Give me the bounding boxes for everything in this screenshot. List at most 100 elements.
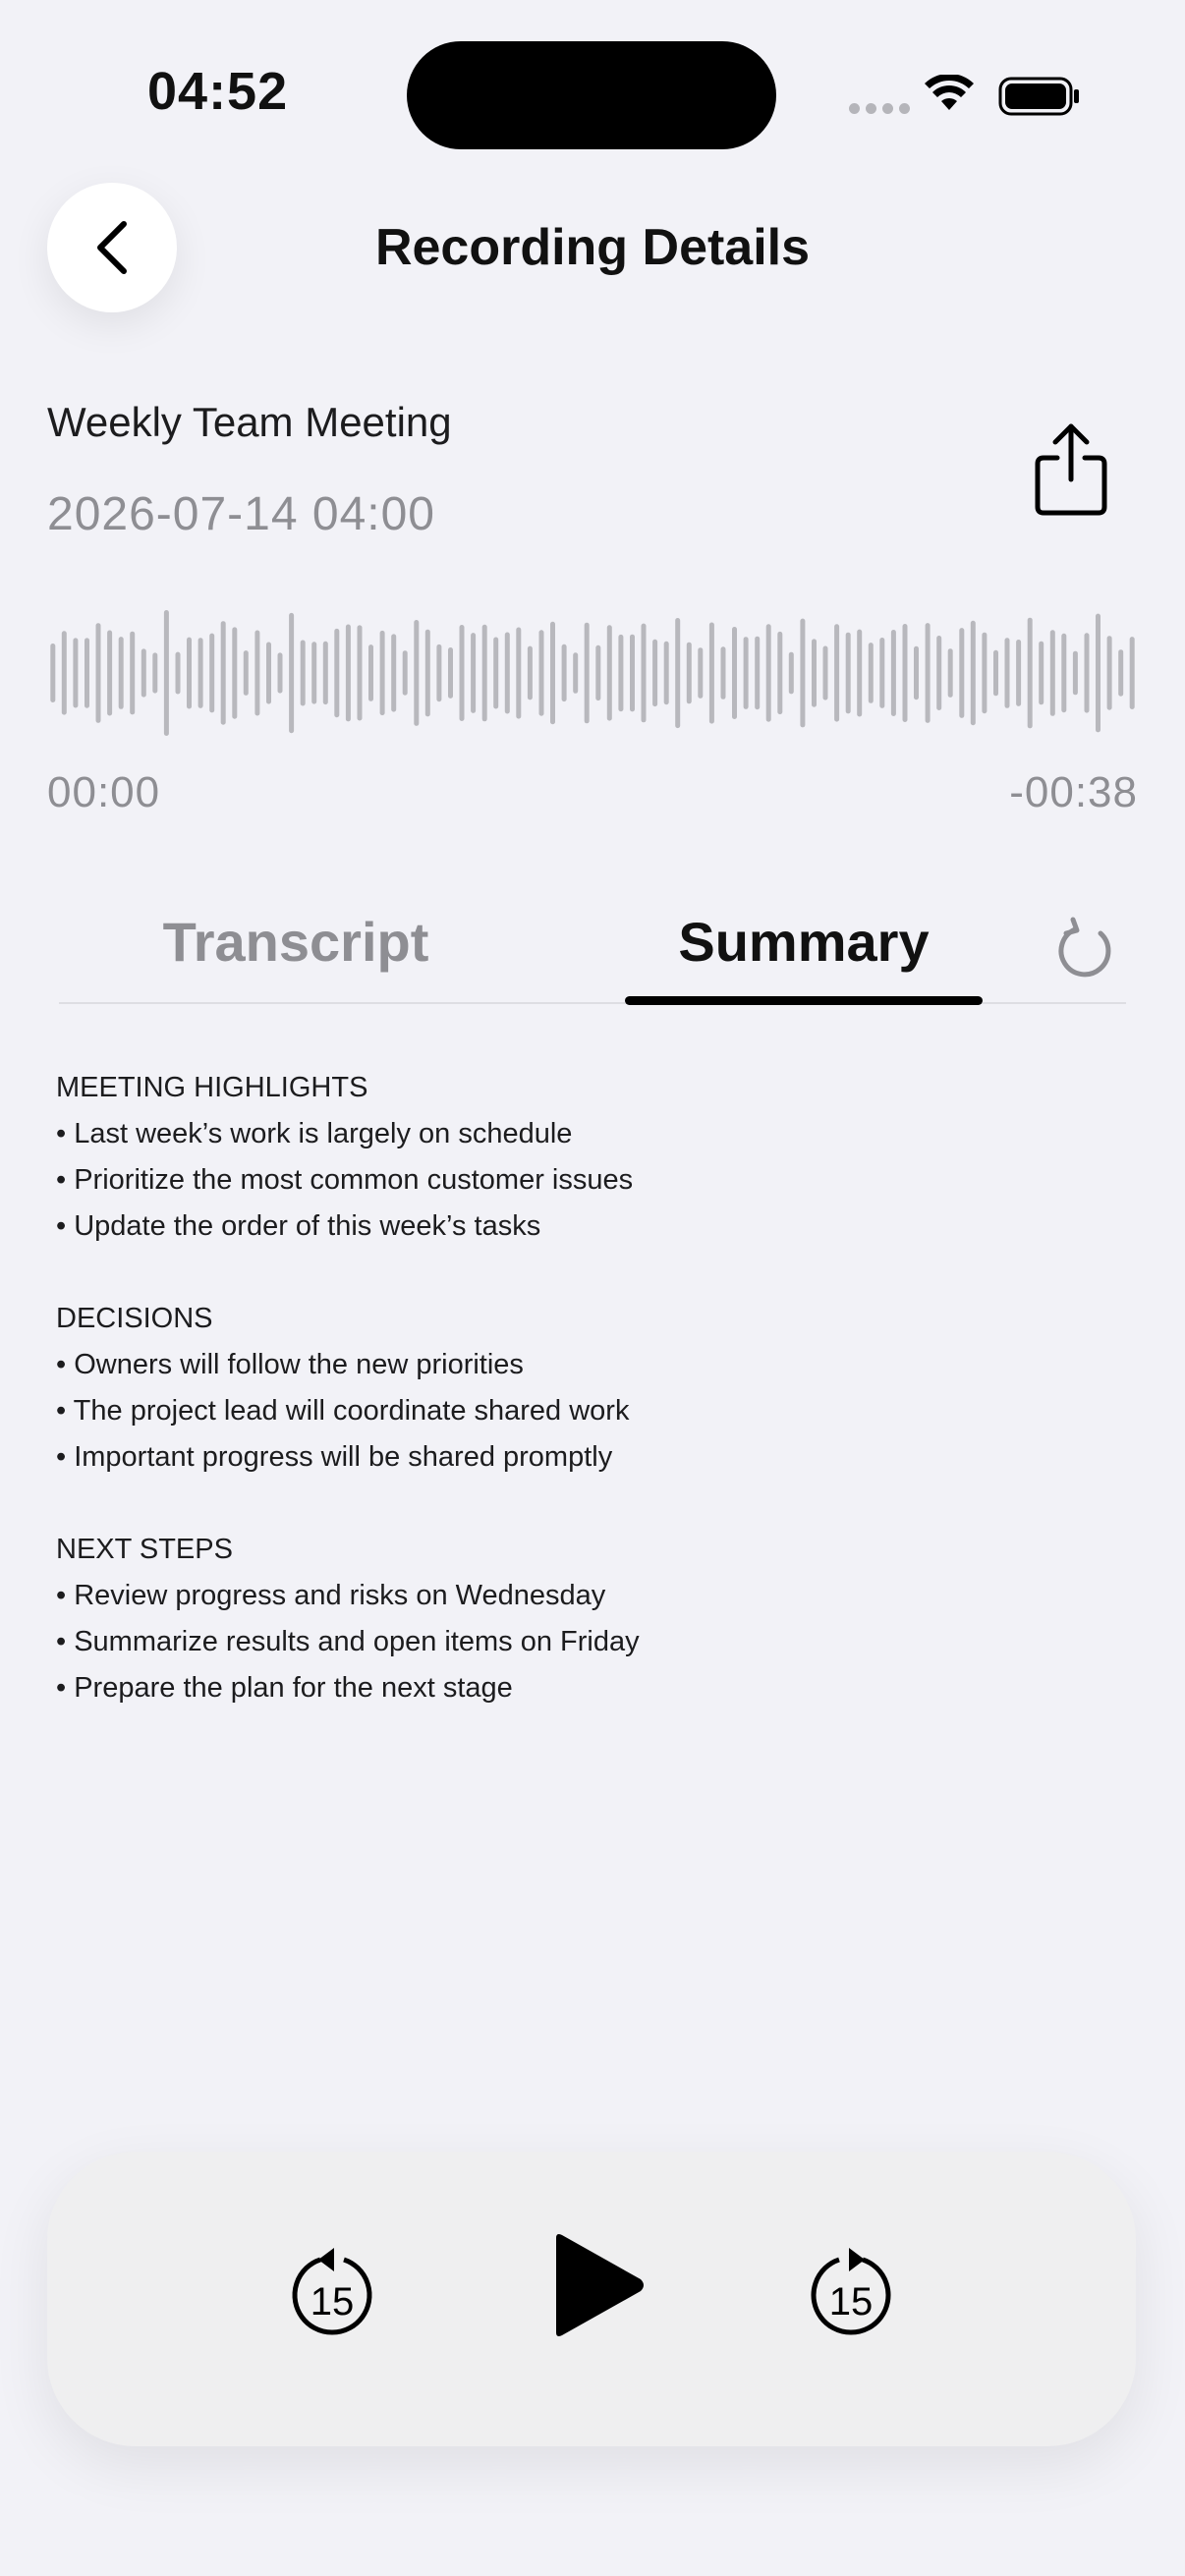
waveform-bar [107,630,113,716]
section-heading: NEXT STEPS [56,1534,233,1565]
waveform-bar [95,623,101,723]
waveform-bar [243,650,249,696]
waveform-bar [527,645,533,700]
waveform-bar [584,622,590,724]
summary-item: • Summarize results and open items on Fr… [56,1626,640,1657]
tab-transcript[interactable]: Transcript [134,910,458,974]
waveform-bar [141,648,146,698]
waveform-bar [630,634,635,712]
waveform-bar [1072,650,1078,696]
waveform-bar [334,628,340,718]
waveform-bar [959,628,965,718]
waveform-bar [50,644,56,702]
waveform-bar [1118,649,1124,697]
waveform-bar [73,638,79,708]
waveform-bar [982,632,988,714]
waveform-bar [641,623,647,723]
waveform-bar [187,637,192,709]
waveform-bar [550,621,555,725]
section-heading: DECISIONS [56,1303,213,1334]
waveform-bar [765,624,771,722]
waveform-bar [209,633,215,713]
waveform-bar [663,641,669,705]
waveform-bar [595,644,601,701]
skip-back-15-button[interactable]: 15 [285,2238,379,2340]
waveform-bar [402,650,408,696]
waveform-bar [368,644,373,701]
summary-content: MEETING HIGHLIGHTS • Last week’s work is… [56,1065,1127,1758]
summary-item: • Important progress will be shared prom… [56,1441,613,1473]
waveform-bar [345,624,351,722]
waveform-bar [708,622,714,724]
waveform-bar [504,632,510,714]
skip-back-icon: 15 [292,2248,372,2335]
waveform-bar [379,630,385,716]
waveform-bar [61,631,67,715]
waveform-bar [1016,640,1022,706]
skip-forward-15-button[interactable]: 15 [804,2238,898,2340]
summary-section-highlights: MEETING HIGHLIGHTS • Last week’s work is… [56,1065,1127,1250]
waveform-bar [573,652,579,694]
waveform-bar [220,621,226,725]
waveform-bar [322,641,328,705]
waveform-bar [879,638,885,708]
dynamic-island [407,41,776,149]
waveform-bar [198,638,203,708]
waveform-bar [266,642,271,704]
summary-item: • Prioritize the most common customer is… [56,1164,634,1196]
cellular-signal-icon [849,103,910,114]
refresh-icon [1058,917,1111,978]
waveform-bar [175,651,181,695]
waveform-bar [130,631,136,715]
waveform-bar [448,647,453,699]
waveform-bar [118,637,124,709]
waveform-bar [800,618,806,728]
waveform-bar [788,651,794,695]
waveform-bar [254,630,260,716]
share-icon [1035,423,1107,516]
waveform-bar [755,636,761,710]
tab-active-indicator [625,996,983,1005]
waveform-bar [925,623,931,723]
recording-title: Weekly Team Meeting [47,399,452,445]
waveform-bar [1106,636,1112,710]
waveform-bar [414,620,420,726]
regenerate-button[interactable] [1057,914,1116,979]
waveform-bar [538,630,544,716]
waveform-bar [459,625,465,721]
waveform-bar [1096,613,1100,733]
waveform-bar [357,625,363,721]
play-button[interactable] [548,2230,647,2340]
waveform-bar [1004,638,1010,708]
waveform-bar [857,629,863,717]
waveform-bar [1084,633,1090,713]
waveform-bar [232,627,238,719]
share-button[interactable] [1030,420,1112,519]
waveform-bar [289,612,295,734]
waveform-bar [698,647,704,699]
waveform-bar [606,625,612,721]
waveform-bar [812,639,817,707]
waveform-bar [493,637,499,709]
waveform-bar [618,634,624,712]
waveform-bar [902,624,908,722]
summary-item: • Update the order of this week’s tasks [56,1210,541,1242]
skip-forward-label: 15 [829,2280,874,2324]
waveform-bar [1039,641,1044,705]
waveform-bar [516,627,522,719]
remaining-time: -00:38 [1009,768,1138,816]
summary-item: • Last week’s work is largely on schedul… [56,1118,573,1149]
waveform-bar [822,645,828,700]
skip-back-label: 15 [310,2280,355,2324]
battery-icon [998,77,1079,116]
status-time: 04:52 [147,62,289,121]
tab-summary[interactable]: Summary [625,910,983,974]
waveform-bar [970,620,976,726]
waveform-bar [993,649,998,697]
summary-item: • The project lead will coordinate share… [56,1395,630,1427]
waveform-bar [890,630,896,716]
waveform-bar [1061,633,1067,713]
waveform-bar [936,636,942,710]
audio-waveform[interactable] [47,589,1138,756]
waveform-bar [732,627,737,719]
